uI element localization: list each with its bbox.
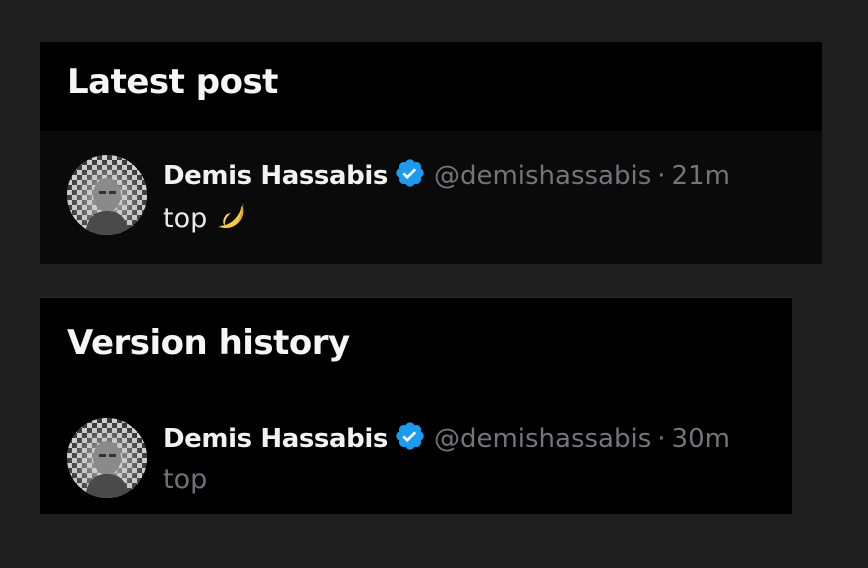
post-text: top (163, 199, 249, 237)
post-timestamp[interactable]: 30m (672, 424, 730, 454)
post-item[interactable]: Demis Hassabis @demishassabis · 21m top (67, 155, 787, 245)
author-name[interactable]: Demis Hassabis (163, 161, 388, 191)
post-header: Demis Hassabis @demishassabis · 30m (163, 420, 730, 456)
post-item[interactable]: Demis Hassabis @demishassabis · 30m top (67, 418, 787, 508)
separator-dot: · (657, 424, 666, 454)
verified-badge-icon (396, 159, 424, 187)
banana-icon (218, 203, 245, 229)
post-text-content: top (163, 464, 208, 495)
post-text-content: top (163, 203, 208, 234)
post-text: top (163, 462, 207, 498)
latest-post-title: Latest post (67, 62, 278, 102)
latest-post-body: Demis Hassabis @demishassabis · 21m top (40, 131, 822, 264)
author-handle[interactable]: @demishassabis (434, 424, 651, 454)
version-history-card: Version history Demis Hassabis @demishas… (40, 297, 792, 514)
avatar[interactable] (67, 155, 147, 235)
verified-badge-icon (396, 422, 424, 450)
author-handle[interactable]: @demishassabis (434, 161, 651, 191)
post-timestamp[interactable]: 21m (672, 161, 730, 191)
latest-post-header: Latest post (40, 42, 822, 131)
separator-dot: · (657, 161, 666, 191)
avatar-image (67, 155, 147, 235)
author-name[interactable]: Demis Hassabis (163, 424, 388, 454)
version-history-title: Version history (67, 323, 350, 363)
post-header: Demis Hassabis @demishassabis · 21m (163, 157, 730, 193)
avatar-image (67, 418, 147, 498)
latest-post-card: Latest post Demis Hassabis @demishassabi… (40, 42, 822, 264)
avatar[interactable] (67, 418, 147, 498)
